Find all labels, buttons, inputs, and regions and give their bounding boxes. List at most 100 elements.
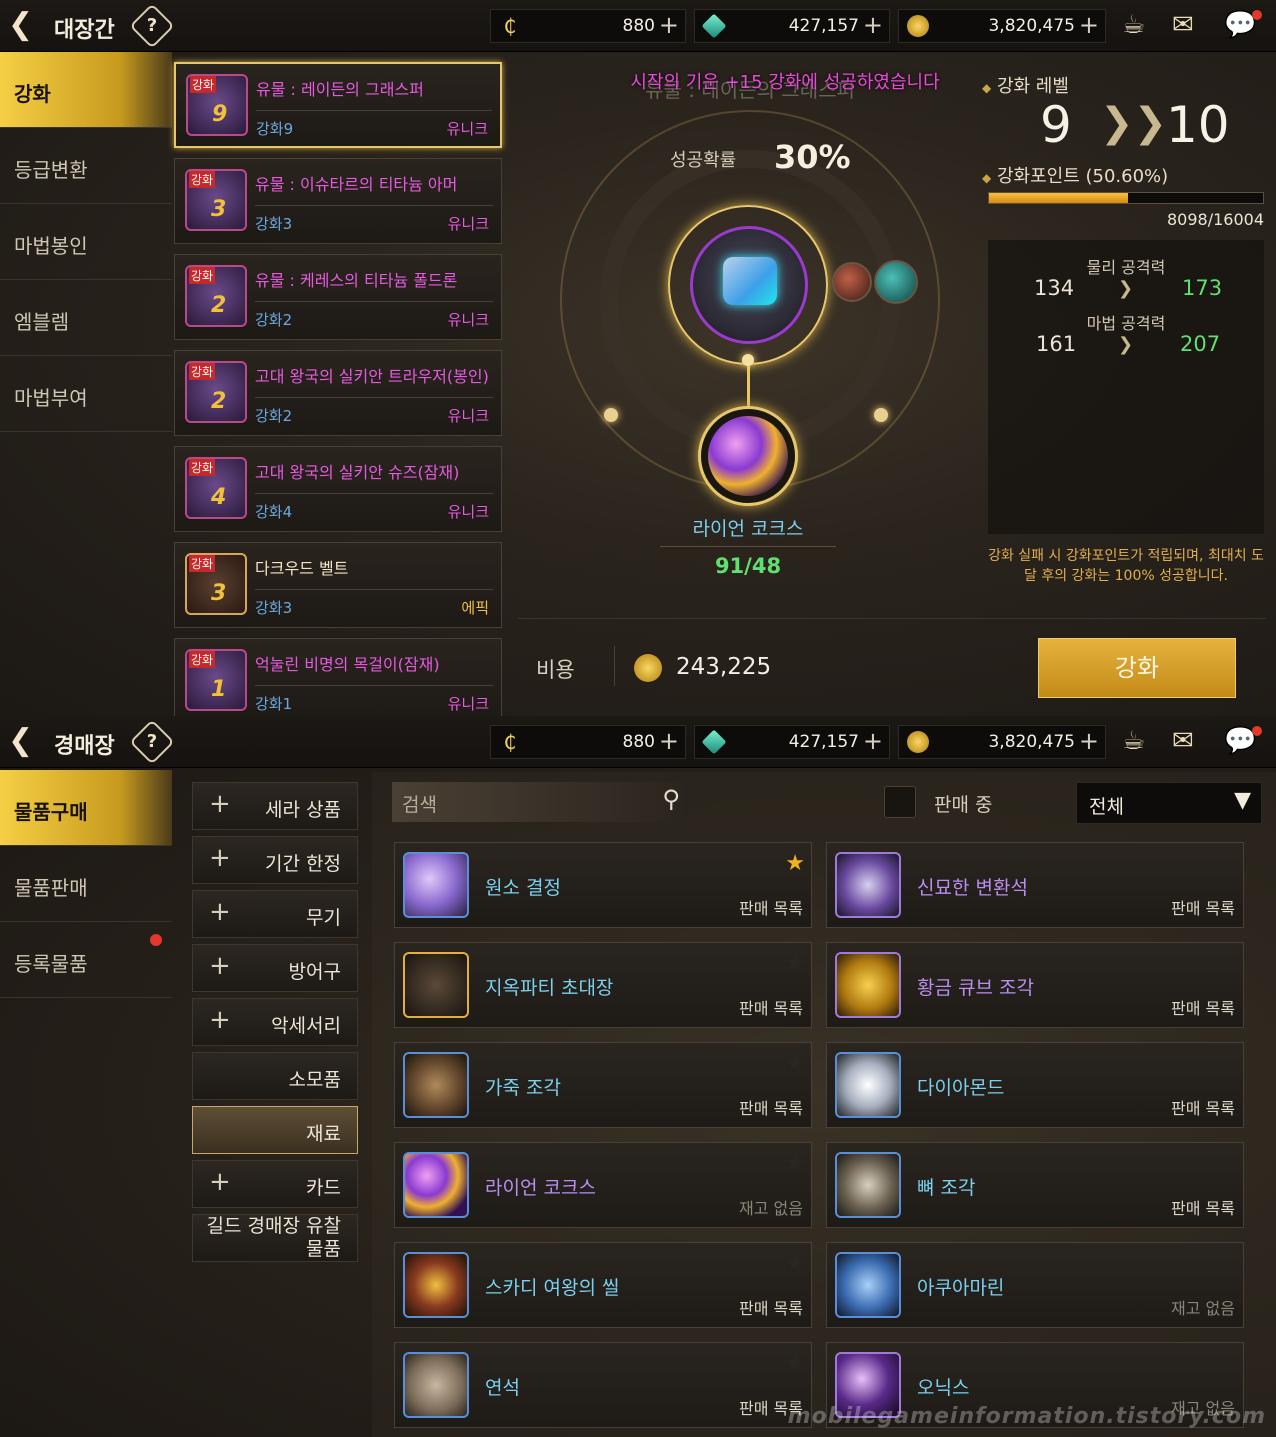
- favorite-star-icon[interactable]: ★: [785, 1251, 805, 1276]
- category-weapon[interactable]: + 무기: [192, 890, 358, 938]
- back-arrow-icon[interactable]: ❮: [8, 724, 44, 758]
- material-count: 91/48: [714, 554, 782, 578]
- selling-checkbox[interactable]: [884, 786, 916, 818]
- category-guild-unsold[interactable]: 길드 경매장 유찰 물품: [192, 1214, 358, 1262]
- aquamarine-icon: [835, 1252, 901, 1318]
- category-accessory[interactable]: + 악세서리: [192, 998, 358, 1046]
- market-item[interactable]: 다이아몬드 판매 목록: [826, 1042, 1244, 1128]
- page-title: 대장간: [54, 18, 115, 43]
- gem-icon: [701, 13, 727, 39]
- add-gem-button[interactable]: +: [863, 11, 883, 39]
- favorite-star-icon[interactable]: ★: [785, 951, 805, 976]
- target-gauntlet-icon[interactable]: [690, 226, 808, 344]
- category-card[interactable]: + 카드: [192, 1160, 358, 1208]
- cera-currency: ₵ 880 +: [490, 725, 686, 759]
- favorite-star-icon[interactable]: ★: [785, 851, 805, 876]
- category-consumable[interactable]: 소모품: [192, 1052, 358, 1100]
- material-name: 라이언 코크스: [692, 518, 804, 540]
- market-item[interactable]: 연석 판매 목록 ★: [394, 1342, 812, 1428]
- equipment-card[interactable]: 강화 3 다크우드 벨트 강화3 에픽: [174, 542, 502, 628]
- market-item[interactable]: 신묘한 변환석 판매 목록: [826, 842, 1244, 928]
- market-item[interactable]: 뼈 조각 판매 목록: [826, 1142, 1244, 1228]
- add-gem-button[interactable]: +: [863, 727, 883, 755]
- search-icon[interactable]: ⚲: [662, 785, 680, 813]
- market-item[interactable]: 황금 큐브 조각 판매 목록: [826, 942, 1244, 1028]
- equipment-list: 강화 9 유물 : 레이든의 그래스퍼 강화9 유니크 강화 3 유물 : 이슈…: [174, 62, 502, 716]
- favorite-star-icon[interactable]: ★: [785, 1051, 805, 1076]
- favorite-star-icon[interactable]: ★: [785, 1351, 805, 1376]
- sidebar-item-buy[interactable]: 물품구매: [0, 770, 172, 846]
- gold-icon: [634, 654, 662, 682]
- add-cera-button[interactable]: +: [659, 727, 679, 755]
- equipment-card[interactable]: 강화 3 유물 : 이슈타르의 티타늄 아머 강화3 유니크: [174, 158, 502, 244]
- notification-dot: [150, 934, 162, 946]
- category-material[interactable]: 재료: [192, 1106, 358, 1154]
- watermark: mobilegameinformation.tistory.com: [787, 1404, 1266, 1429]
- category-limited[interactable]: + 기간 한정: [192, 836, 358, 884]
- equipment-card[interactable]: 강화 9 유물 : 레이든의 그래스퍼 강화9 유니크: [174, 62, 502, 148]
- add-gold-button[interactable]: +: [1079, 11, 1099, 39]
- sidebar-item-magic-seal[interactable]: 마법봉인: [0, 204, 172, 280]
- search-input[interactable]: 검색 ⚲: [392, 782, 690, 822]
- add-gold-button[interactable]: +: [1079, 727, 1099, 755]
- cera-icon: ₵: [503, 14, 517, 38]
- equipment-card[interactable]: 강화 2 고대 왕국의 실키안 트라우저(봉인) 강화2 유니크: [174, 350, 502, 436]
- mail-icon[interactable]: ✉: [1172, 10, 1194, 40]
- element-crystal-icon: [403, 852, 469, 918]
- cost-value: 243,225: [676, 654, 772, 680]
- favorite-star-icon[interactable]: ★: [785, 1151, 805, 1176]
- sidebar-item-enhance[interactable]: 강화: [0, 52, 172, 128]
- success-toast: 시작의 기운 +15 강화에 성공하였습니다: [630, 72, 940, 93]
- market-item[interactable]: 라이언 코크스 재고 없음 ★: [394, 1142, 812, 1228]
- gem-icon: [701, 729, 727, 755]
- category-armor[interactable]: + 방어구: [192, 944, 358, 992]
- top-bar: ❮ 경매장 ? ₵ 880 + 427,157 + 3,820,475 + ☕ …: [0, 716, 1276, 768]
- help-icon[interactable]: ?: [129, 719, 175, 765]
- enhance-button[interactable]: 강화: [1038, 638, 1236, 698]
- lion-coke-icon[interactable]: [708, 416, 788, 496]
- arrow-icon: ❯❯: [1100, 100, 1168, 146]
- help-icon[interactable]: ?: [129, 3, 175, 49]
- mail-icon[interactable]: ✉: [1172, 726, 1194, 756]
- gem-currency: 427,157 +: [694, 725, 890, 759]
- gold-icon: [907, 731, 929, 753]
- pot-icon[interactable]: ☕: [1122, 726, 1145, 756]
- market-item[interactable]: 가죽 조각 판매 목록 ★: [394, 1042, 812, 1128]
- sidebar-item-grade-change[interactable]: 등급변환: [0, 128, 172, 204]
- pot-icon[interactable]: ☕: [1122, 10, 1145, 40]
- success-rate: 30%: [774, 138, 851, 176]
- category-sera[interactable]: + 세라 상품: [192, 782, 358, 830]
- auction-panel: ❮ 경매장 ? ₵ 880 + 427,157 + 3,820,475 + ☕ …: [0, 716, 1276, 1437]
- market-item[interactable]: 스카디 여왕의 씰 판매 목록 ★: [394, 1242, 812, 1328]
- filter-dropdown[interactable]: 전체 ▼: [1076, 782, 1262, 824]
- back-arrow-icon[interactable]: ❮: [8, 8, 44, 42]
- leather-icon: [403, 1052, 469, 1118]
- equipment-card[interactable]: 강화 4 고대 왕국의 실키안 슈즈(잠재) 강화4 유니크: [174, 446, 502, 532]
- market-item[interactable]: 아쿠아마린 재고 없음: [826, 1242, 1244, 1328]
- notification-dot: [1252, 726, 1262, 736]
- arrow-icon: ❯: [1118, 334, 1134, 355]
- points-progress-bar: [988, 192, 1264, 204]
- arrow-icon: ❯: [1118, 278, 1134, 299]
- gold-icon: [907, 15, 929, 37]
- equipment-card[interactable]: 강화 2 유물 : 케레스의 티타늄 폴드론 강화2 유니크: [174, 254, 502, 340]
- market-item[interactable]: 원소 결정 판매 목록 ★: [394, 842, 812, 928]
- stat-box: 물리 공격력 134 ❯ 173 마법 공격력 161 ❯ 207: [988, 240, 1264, 534]
- gem-currency: 427,157 +: [694, 9, 890, 43]
- equipment-card[interactable]: 강화 1 억눌린 비명의 목걸이(잠재) 강화1 유니크: [174, 638, 502, 716]
- market-item[interactable]: 지옥파티 초대장 판매 목록 ★: [394, 942, 812, 1028]
- notification-dot: [1252, 10, 1262, 20]
- add-cera-button[interactable]: +: [659, 11, 679, 39]
- lion-coke-icon: [403, 1152, 469, 1218]
- gold-currency: 3,820,475 +: [898, 725, 1106, 759]
- page-title: 경매장: [54, 734, 115, 759]
- red-gem-icon: [832, 262, 872, 302]
- forge-sidebar: 강화 등급변환 마법봉인 엠블렘 마법부여: [0, 52, 172, 432]
- auction-sidebar: 물품구매 물품판매 등록물품: [0, 770, 172, 998]
- sidebar-item-enchant[interactable]: 마법부여: [0, 356, 172, 432]
- sidebar-item-sell[interactable]: 물품판매: [0, 846, 172, 922]
- sidebar-item-emblem[interactable]: 엠블렘: [0, 280, 172, 356]
- sidebar-item-registered[interactable]: 등록물품: [0, 922, 172, 998]
- gold-currency: 3,820,475 +: [898, 9, 1106, 43]
- cera-icon: ₵: [503, 730, 517, 754]
